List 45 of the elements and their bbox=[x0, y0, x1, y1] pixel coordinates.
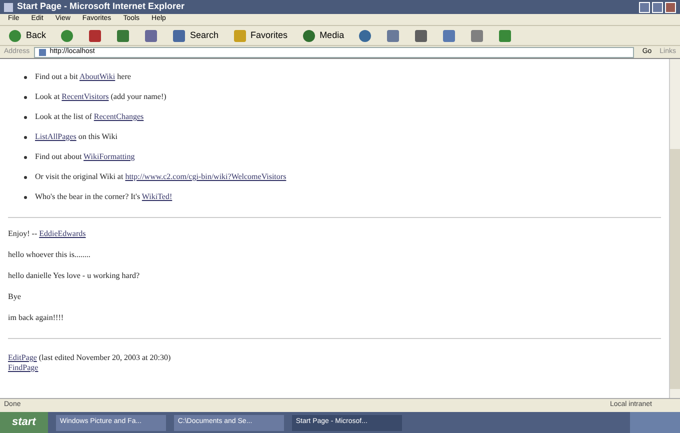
line-text: Or visit the original Wiki at bbox=[35, 172, 124, 181]
line-text: hello whoever this is........ bbox=[8, 250, 90, 259]
line-text: (last edited November 20, 2003 at 20:30) bbox=[38, 353, 171, 362]
line-text: Look at the list of bbox=[35, 112, 93, 121]
line-text: hello danielle Yes love - u working hard? bbox=[8, 271, 140, 280]
line-text: on this Wiki bbox=[77, 132, 118, 141]
wiki-link[interactable]: WikiFormatting bbox=[84, 152, 135, 161]
wiki-link[interactable]: EddieEdwards bbox=[39, 229, 86, 238]
window-title: Start Page - Microsoft Internet Explorer bbox=[17, 0, 185, 14]
line-text: Bye bbox=[8, 292, 21, 301]
line-text: (add your name!) bbox=[110, 92, 166, 101]
search-button[interactable]: Search bbox=[168, 26, 223, 44]
start-button[interactable]: start bbox=[0, 412, 48, 433]
page-icon bbox=[38, 48, 46, 56]
bullet-icon bbox=[24, 196, 27, 198]
line-text: Look at bbox=[35, 92, 61, 101]
maximize-button[interactable] bbox=[652, 2, 663, 12]
bullet-icon bbox=[24, 76, 27, 78]
bullet-icon bbox=[24, 116, 27, 118]
line-text: im back again!!!! bbox=[8, 313, 64, 322]
wiki-link[interactable]: ListAllPages bbox=[35, 132, 76, 141]
wiki-link[interactable]: http://www.c2.com/cgi-bin/wiki?WelcomeVisitors bbox=[125, 172, 286, 181]
wiki-link[interactable]: RecentVisitors bbox=[62, 92, 109, 101]
wiki-link[interactable]: FindPage bbox=[8, 363, 38, 372]
favorites-button[interactable]: Favorites bbox=[228, 26, 292, 44]
line-text: Who's the bear in the corner? It's bbox=[35, 192, 142, 201]
system-tray bbox=[630, 412, 680, 433]
media-button[interactable]: Media bbox=[298, 26, 348, 44]
back-button[interactable]: Back bbox=[4, 26, 50, 44]
line-text: here bbox=[116, 72, 131, 81]
scrollbar[interactable] bbox=[669, 59, 680, 398]
line-text: Find out a bit bbox=[35, 72, 79, 81]
bullet-icon bbox=[24, 136, 27, 138]
close-button[interactable] bbox=[665, 2, 676, 12]
wiki-link[interactable]: RecentChanges bbox=[94, 112, 144, 121]
minimize-button[interactable] bbox=[639, 2, 650, 12]
wiki-link[interactable]: WikiTed! bbox=[142, 192, 172, 201]
scroll-thumb[interactable] bbox=[670, 149, 680, 389]
line-text: Find out about bbox=[35, 152, 83, 161]
bullet-icon bbox=[24, 176, 27, 178]
wiki-link[interactable]: EditPage bbox=[8, 353, 37, 362]
line-text: Enjoy! -- bbox=[8, 229, 38, 238]
wiki-link[interactable]: AboutWiki bbox=[79, 72, 116, 81]
bullet-icon bbox=[24, 156, 27, 158]
bullet-icon bbox=[24, 96, 27, 98]
